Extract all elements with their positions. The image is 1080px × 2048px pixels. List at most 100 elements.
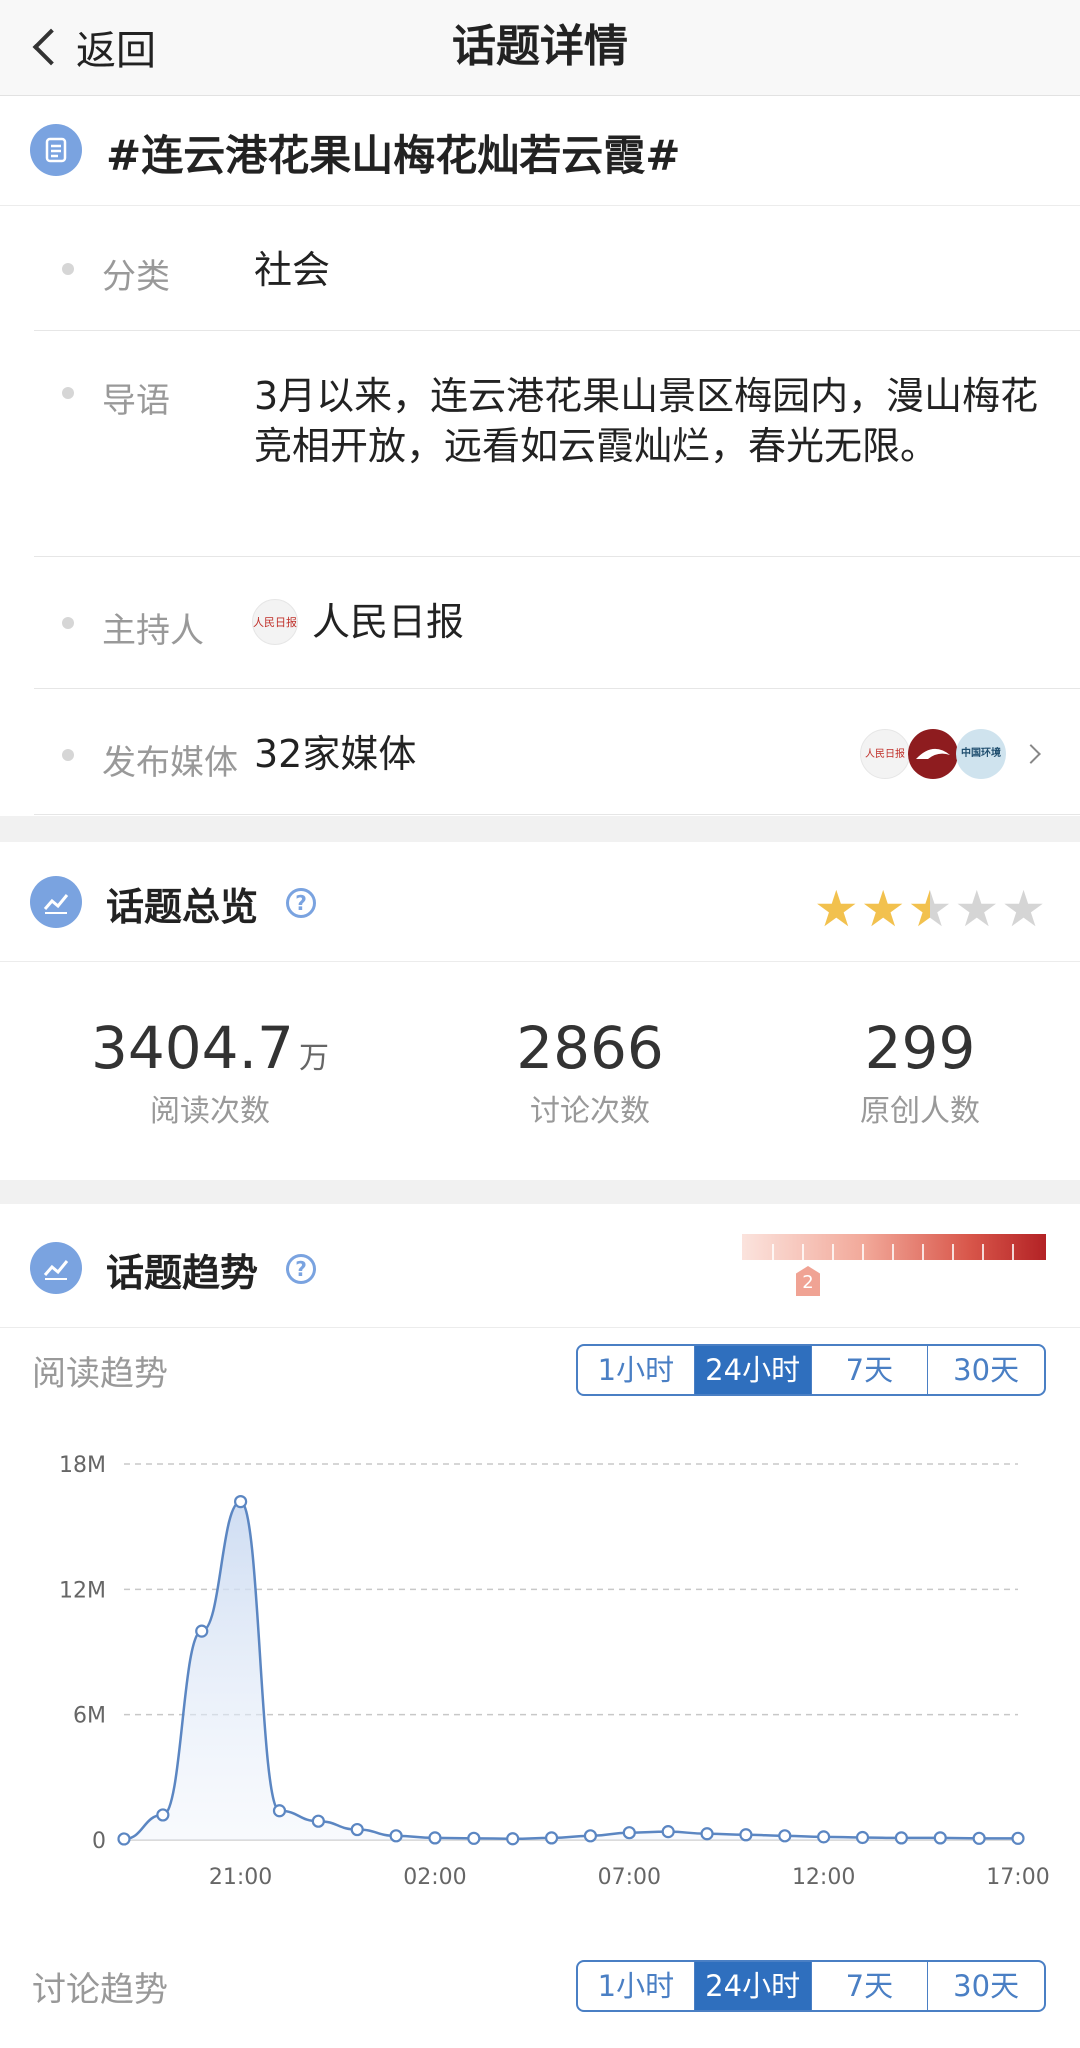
data-point bbox=[311, 1814, 325, 1828]
rating-stars: ★ ★ ★ ★ ★ bbox=[812, 884, 1046, 934]
help-icon[interactable]: ? bbox=[286, 1254, 316, 1284]
host-label: 主持人 bbox=[102, 611, 204, 651]
data-point bbox=[933, 1831, 947, 1845]
intro-text: 3月以来，连云港花果山景区梅园内，漫山梅花竞相开放，远看如云霞灿烂，春光无限。 bbox=[254, 374, 1039, 468]
data-point bbox=[350, 1822, 364, 1837]
page-title: 话题详情 bbox=[452, 21, 628, 72]
intro-label: 导语 bbox=[102, 381, 170, 421]
media-avatar-1: 人民日报 bbox=[860, 729, 910, 779]
overview-header: 话题总览 ? ★ ★ ★ ★ ★ bbox=[0, 842, 1080, 962]
data-point bbox=[894, 1831, 908, 1845]
data-point bbox=[778, 1829, 792, 1843]
data-point bbox=[156, 1808, 170, 1822]
info-row-category: 分类 社会 bbox=[34, 207, 1080, 331]
star-empty-icon: ★ bbox=[1001, 880, 1046, 938]
trend-chart-icon bbox=[30, 1242, 82, 1294]
bullet-dot bbox=[62, 617, 74, 629]
data-point bbox=[622, 1826, 636, 1840]
stat-label: 讨论次数 bbox=[530, 1094, 650, 1129]
data-point bbox=[972, 1831, 986, 1845]
bullet-dot bbox=[62, 263, 74, 275]
data-point bbox=[700, 1827, 714, 1841]
star-icon: ★ bbox=[813, 880, 859, 938]
read-trend-label: 阅读趋势 bbox=[32, 1354, 168, 1394]
stat-originals: 299 原创人数 bbox=[770, 1014, 1070, 1130]
star-icon: ★ bbox=[860, 880, 906, 938]
media-avatar-3: 中国环境 bbox=[956, 729, 1006, 779]
section-divider bbox=[0, 1180, 1080, 1204]
data-point bbox=[272, 1804, 287, 1818]
bullet-dot bbox=[62, 749, 74, 761]
y-tick-label: 18M bbox=[59, 1453, 106, 1478]
info-row-intro: 导语 3月以来，连云港花果山景区梅园内，漫山梅花竞相开放，远看如云霞灿烂，春光无… bbox=[34, 331, 1080, 557]
media-label: 发布媒体 bbox=[102, 743, 238, 783]
stat-value: 2866 bbox=[516, 1014, 664, 1082]
trend-title: 话题趋势 bbox=[106, 1251, 259, 1295]
stat-value: 299 bbox=[864, 1014, 976, 1082]
host-avatar[interactable]: 人民日报 bbox=[252, 599, 298, 645]
data-point bbox=[234, 1494, 248, 1509]
overview-title: 话题总览 bbox=[106, 885, 259, 929]
data-point bbox=[1011, 1831, 1025, 1845]
data-point bbox=[506, 1832, 520, 1846]
range-30d[interactable]: 30天 bbox=[928, 1346, 1044, 1394]
data-point bbox=[855, 1830, 870, 1845]
data-point bbox=[739, 1828, 753, 1842]
read-trend-chart: 0 6M 12M 18M 21:00 02:00 07:00 12:00 17:00 bbox=[59, 1453, 1050, 1890]
trend-chart-icon bbox=[30, 876, 82, 928]
topic-title: #连云港花果山梅花灿若云霞# bbox=[106, 131, 681, 180]
data-point bbox=[583, 1829, 598, 1843]
topic-header: #连云港花果山梅花灿若云霞# bbox=[0, 96, 1080, 206]
chevron-right-icon bbox=[1021, 744, 1041, 764]
data-point bbox=[428, 1831, 442, 1845]
heat-scale-bar bbox=[742, 1234, 1046, 1260]
stat-discussions: 2866 讨论次数 bbox=[440, 1014, 740, 1130]
data-point bbox=[389, 1829, 403, 1843]
stat-value: 3404.7 bbox=[90, 1014, 294, 1082]
discuss-range-selector: 1小时 24小时 7天 30天 bbox=[576, 1960, 1046, 2012]
help-icon[interactable]: ? bbox=[286, 888, 316, 918]
data-point bbox=[467, 1831, 481, 1845]
media-avatar-2 bbox=[908, 729, 958, 779]
x-tick-label: 07:00 bbox=[598, 1865, 661, 1890]
trend-header: 话题趋势 ? bbox=[0, 1204, 1080, 1328]
host-name[interactable]: 人民日报 bbox=[312, 597, 464, 647]
category-value: 社会 bbox=[254, 248, 331, 292]
x-tick-label: 17:00 bbox=[986, 1865, 1049, 1890]
info-row-host: 主持人 人民日报 人民日报 bbox=[34, 557, 1080, 689]
y-tick-label: 6M bbox=[73, 1704, 106, 1729]
x-tick-label: 12:00 bbox=[792, 1865, 855, 1890]
stat-label: 原创人数 bbox=[860, 1094, 980, 1129]
stat-unit: 万 bbox=[299, 1041, 330, 1076]
range-24h[interactable]: 24小时 bbox=[694, 1962, 812, 2010]
category-label: 分类 bbox=[102, 257, 170, 297]
x-tick-label: 02:00 bbox=[403, 1865, 466, 1890]
stat-label: 阅读次数 bbox=[150, 1094, 270, 1129]
y-tick-label: 0 bbox=[92, 1829, 106, 1854]
section-divider bbox=[0, 816, 1080, 842]
series-area bbox=[124, 1501, 1018, 1840]
media-count: 32家媒体 bbox=[254, 732, 417, 776]
star-empty-icon: ★ bbox=[954, 880, 1000, 938]
range-1h[interactable]: 1小时 bbox=[578, 1962, 695, 2010]
range-7d[interactable]: 7天 bbox=[812, 1346, 929, 1394]
y-tick-label: 12M bbox=[59, 1578, 106, 1603]
data-point bbox=[195, 1624, 209, 1638]
info-row-media[interactable]: 发布媒体 32家媒体 人民日报 中国环境 bbox=[34, 689, 1080, 815]
read-range-selector: 1小时 24小时 7天 30天 bbox=[576, 1344, 1046, 1396]
range-1h[interactable]: 1小时 bbox=[578, 1346, 695, 1394]
half-star-icon: ★ bbox=[907, 880, 953, 938]
nav-bar: 返回 话题详情 bbox=[0, 0, 1080, 96]
data-point bbox=[817, 1830, 831, 1844]
range-7d[interactable]: 7天 bbox=[812, 1962, 929, 2010]
range-24h[interactable]: 24小时 bbox=[694, 1346, 812, 1394]
bullet-dot bbox=[62, 387, 74, 399]
stat-reads: 3404.7 万 阅读次数 bbox=[60, 1014, 360, 1130]
x-tick-label: 21:00 bbox=[209, 1865, 272, 1890]
data-point bbox=[661, 1825, 675, 1839]
range-30d[interactable]: 30天 bbox=[928, 1962, 1044, 2010]
data-point bbox=[544, 1831, 559, 1845]
data-point bbox=[117, 1832, 131, 1846]
discuss-trend-label: 讨论趋势 bbox=[32, 1970, 168, 2010]
topic-list-icon bbox=[30, 124, 82, 176]
